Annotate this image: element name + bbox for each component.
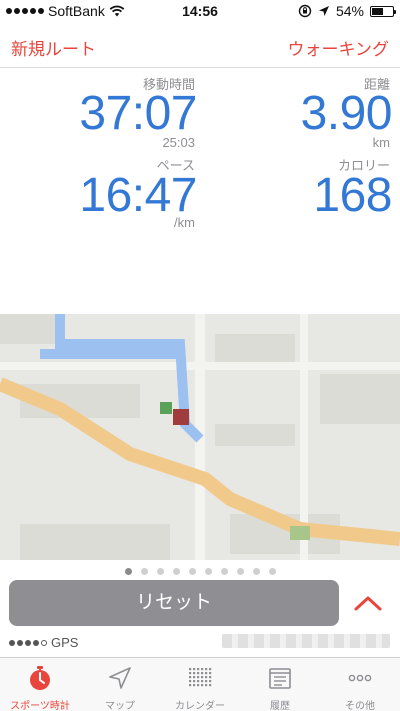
- calendar-dot: [205, 672, 208, 675]
- battery-percent: 54%: [335, 3, 364, 19]
- calendar-dot: [189, 680, 192, 683]
- calendar-dot: [193, 680, 196, 683]
- calendar-dot: [201, 680, 204, 683]
- calendar-grid-icon: [189, 668, 212, 687]
- route-map[interactable]: [0, 314, 400, 560]
- calendar-dot: [201, 668, 204, 671]
- activity-type-button[interactable]: ウォーキング: [288, 35, 390, 60]
- gps-indicator: GPS: [9, 635, 78, 650]
- new-route-button[interactable]: 新規ルート: [11, 35, 96, 60]
- more-dots-icon: [348, 674, 372, 682]
- blurred-location-text: [222, 634, 390, 648]
- battery-icon: [370, 5, 396, 17]
- page-dot[interactable]: [236, 567, 244, 575]
- calendar-dot: [189, 676, 192, 679]
- tab-map[interactable]: マップ: [80, 658, 160, 711]
- page-dot[interactable]: [268, 567, 276, 575]
- reset-button[interactable]: リセット: [9, 580, 339, 626]
- navigation-bar: 新規ルート ウォーキング: [0, 22, 400, 68]
- calendar-dot: [189, 672, 192, 675]
- tab-label: 履歴: [270, 701, 290, 711]
- calendar-dot: [197, 668, 200, 671]
- tab-history[interactable]: 履歴: [240, 658, 320, 711]
- location-services-icon: [318, 6, 329, 16]
- calendar-dot: [205, 684, 208, 687]
- gps-strength-dot: [41, 639, 47, 646]
- gps-strength-dot: [25, 639, 31, 646]
- gps-signal-icon: [9, 639, 47, 646]
- calendar-dot: [201, 676, 204, 679]
- calendar-dot: [189, 684, 192, 687]
- calendar-dot: [189, 668, 192, 671]
- status-bar: SoftBank 14:56 54%: [0, 0, 400, 22]
- pace-value: 16:47: [79, 169, 197, 222]
- calendar-dot: [193, 672, 196, 675]
- calendar-dot: [209, 672, 212, 675]
- calendar-dot: [205, 680, 208, 683]
- tab-label: その他: [345, 701, 375, 711]
- calendar-dot: [201, 684, 204, 687]
- page-dot[interactable]: [124, 567, 132, 575]
- moving-time-value: 37:07: [79, 87, 197, 140]
- page-dot[interactable]: [252, 567, 260, 575]
- page-dot[interactable]: [172, 567, 180, 575]
- tab-label: マップ: [105, 701, 135, 711]
- page-dot[interactable]: [220, 567, 228, 575]
- map-main-road: [0, 314, 400, 546]
- calendar-dot: [197, 672, 200, 675]
- pace-unit: /km: [174, 215, 195, 230]
- gps-label: GPS: [51, 635, 79, 650]
- page-dot[interactable]: [188, 567, 196, 575]
- tab-label: カレンダー: [175, 701, 225, 711]
- gps-strength-dot: [33, 639, 39, 646]
- gps-strength-dot: [17, 639, 23, 646]
- calendar-dot: [205, 668, 208, 671]
- page-dot[interactable]: [204, 567, 212, 575]
- gps-strength-dot: [9, 639, 15, 646]
- calendar-dot: [205, 676, 208, 679]
- calendar-dot: [193, 668, 196, 671]
- route-end-marker: [173, 409, 189, 425]
- location-arrow-icon: [109, 667, 131, 689]
- stopwatch-icon: [30, 666, 50, 690]
- tab-bar: スポーツ時計 マップ カレンダー 履歴 その他: [0, 657, 400, 711]
- rotation-lock-icon: [298, 4, 312, 18]
- calendar-dot: [193, 676, 196, 679]
- calendar-dot: [201, 672, 204, 675]
- calendar-dot: [193, 684, 196, 687]
- calendar-dot: [197, 676, 200, 679]
- tab-sports-watch[interactable]: スポーツ時計: [0, 658, 80, 711]
- calendar-dot: [209, 680, 212, 683]
- page-dot[interactable]: [140, 567, 148, 575]
- distance-unit: km: [372, 135, 390, 150]
- page-dot[interactable]: [156, 567, 164, 575]
- calendar-dot: [209, 676, 212, 679]
- expand-panel-button[interactable]: [350, 588, 386, 618]
- calendar-dot: [209, 684, 212, 687]
- calories-value: 168: [313, 169, 392, 222]
- page-indicator[interactable]: [0, 564, 400, 578]
- calendar-dot: [197, 680, 200, 683]
- distance-value: 3.90: [300, 87, 393, 140]
- chevron-up-icon: [354, 596, 382, 611]
- route-start-marker: [160, 402, 172, 414]
- calendar-dot: [209, 668, 212, 671]
- map-park: [290, 526, 310, 540]
- tab-calendar[interactable]: カレンダー: [160, 658, 240, 711]
- history-list-icon: [269, 668, 291, 689]
- tab-more[interactable]: その他: [320, 658, 400, 711]
- status-right: 54%: [298, 3, 396, 19]
- elapsed-time-value: 25:03: [162, 135, 195, 150]
- tab-label: スポーツ時計: [10, 701, 70, 711]
- battery-level: [372, 7, 383, 15]
- calendar-dot: [197, 684, 200, 687]
